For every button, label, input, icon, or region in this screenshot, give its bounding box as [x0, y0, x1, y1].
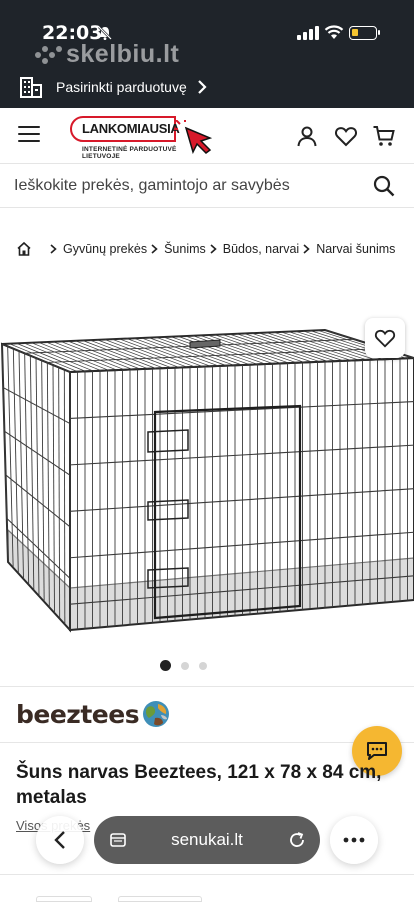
tabs-icon[interactable] [110, 832, 126, 848]
address-bar[interactable]: senukai.lt [94, 816, 320, 864]
chevron-right-icon [50, 244, 57, 254]
chevron-right-icon [303, 244, 310, 254]
product-title: Šuns narvas Beeztees, 121 x 78 x 84 cm, … [16, 762, 382, 808]
tab-stub [118, 896, 202, 902]
tab-stub [36, 896, 92, 902]
breadcrumb-item[interactable]: Būdos, narvai [223, 242, 299, 256]
store-selector[interactable]: Pasirinkti parduotuvę [18, 72, 207, 102]
chat-bubble-icon [367, 742, 387, 760]
store-building-icon [20, 77, 42, 98]
reload-icon[interactable] [288, 831, 306, 849]
dog-crate-image [0, 328, 414, 633]
battery-icon [349, 26, 380, 40]
gallery-dot[interactable] [181, 661, 189, 670]
search-bar [0, 164, 414, 208]
breadcrumb-item[interactable]: Narvai šunims [316, 242, 395, 256]
wifi-icon [324, 25, 344, 39]
site-header: LANKOMIAUSIA INTERNETINĖ PARDUOTUVĖ LIET… [0, 108, 414, 164]
more-options-button[interactable] [330, 816, 378, 864]
url-text: senukai.lt [171, 830, 243, 849]
top-banner: 22:03 skelbiu.lt Pasirinkti parduotuvę [0, 0, 414, 108]
menu-button[interactable] [18, 126, 40, 144]
product-gallery[interactable] [0, 300, 414, 650]
divider [0, 686, 414, 687]
bell-off-icon [98, 26, 112, 40]
gallery-dot[interactable] [160, 660, 171, 671]
store-selector-label: Pasirinkti parduotuvę [56, 79, 187, 95]
breadcrumb: Gyvūnų prekės Šunims Būdos, narvai Narva… [16, 240, 395, 258]
brand-name: beeztees [16, 699, 140, 729]
gallery-dot[interactable] [199, 661, 207, 670]
globe-icon [143, 701, 170, 727]
more-dots-icon [343, 837, 365, 843]
gallery-dots [160, 660, 207, 671]
chevron-right-icon [210, 244, 217, 254]
search-icon[interactable] [373, 175, 395, 197]
watermark-text: skelbiu.lt [66, 40, 180, 68]
heart-icon [374, 329, 396, 348]
breadcrumb-item[interactable]: Gyvūnų prekės [63, 242, 147, 256]
cursor-arrow-icon [174, 120, 213, 154]
divider [0, 874, 414, 875]
signal-icon [297, 26, 319, 40]
chevron-right-icon [197, 80, 207, 94]
divider [0, 742, 414, 743]
heart-icon[interactable] [334, 124, 358, 148]
watermark-logo-icon [35, 46, 62, 64]
browser-back-button[interactable] [36, 816, 84, 864]
chevron-left-icon [54, 831, 65, 849]
home-icon[interactable] [16, 241, 32, 257]
chevron-right-icon [151, 244, 158, 254]
brand-logo[interactable]: beeztees [16, 698, 171, 730]
breadcrumb-item[interactable]: Šunims [164, 242, 206, 256]
site-logo[interactable]: LANKOMIAUSIA INTERNETINĖ PARDUOTUVĖ LIET… [70, 116, 216, 160]
logo-name: LANKOMIAUSIA [82, 121, 180, 136]
search-input[interactable] [0, 164, 360, 208]
user-icon[interactable] [295, 124, 319, 148]
cart-icon[interactable] [372, 124, 396, 148]
add-to-favorites-button[interactable] [365, 318, 405, 358]
